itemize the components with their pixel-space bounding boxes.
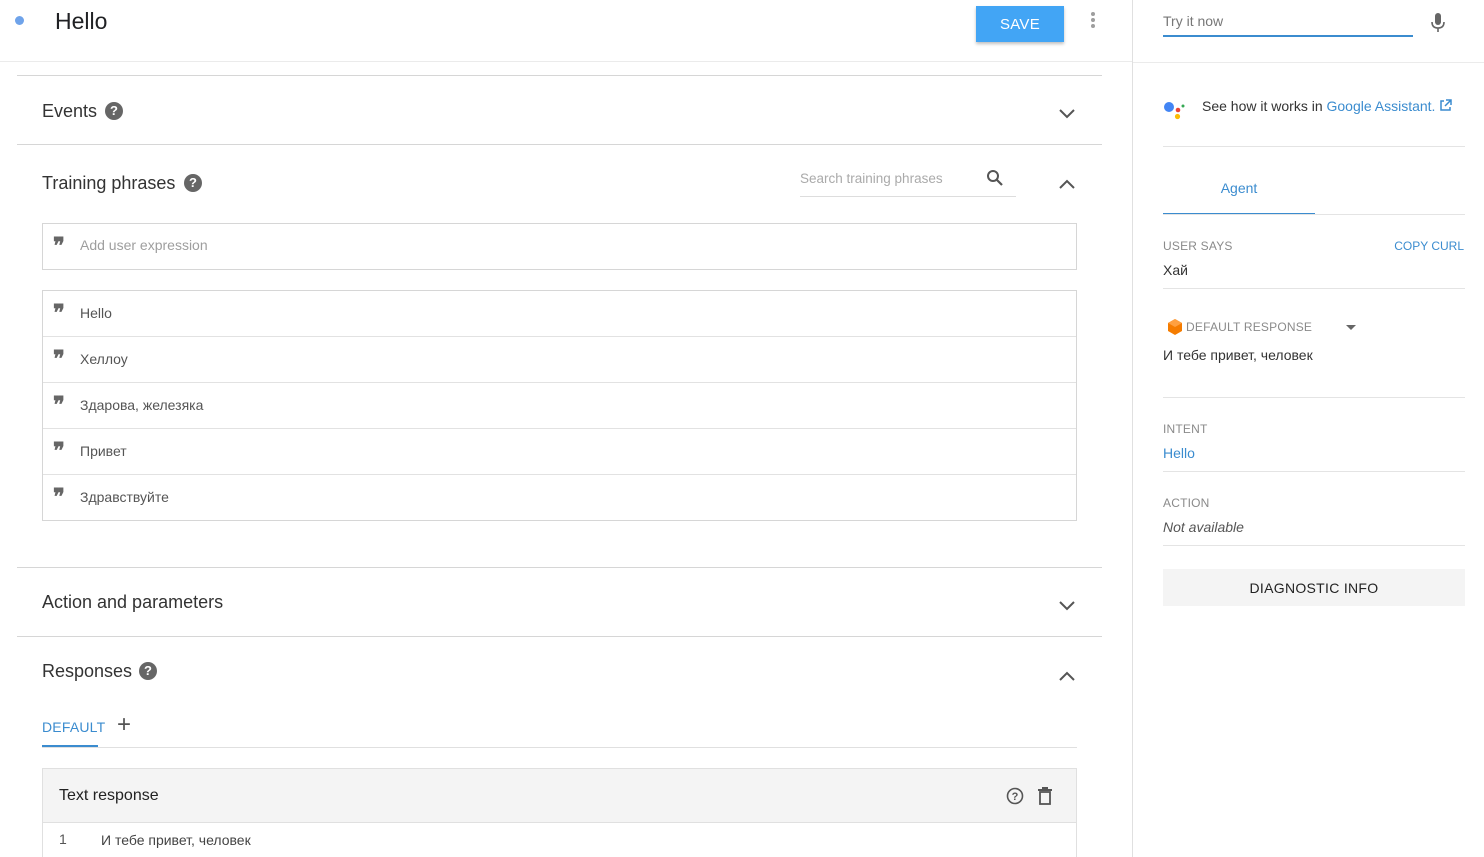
see-how-text: See how it works in <box>1202 98 1327 114</box>
intent-priority-dot[interactable] <box>15 16 24 25</box>
tabs-divider <box>42 747 1077 748</box>
phrase-text[interactable]: Hello <box>80 305 112 321</box>
text-response-card: Text response ? 1 И тебе привет, человек <box>42 768 1077 857</box>
help-icon[interactable]: ? <box>139 662 157 680</box>
divider <box>1163 471 1465 472</box>
intent-header: Hello SAVE <box>0 0 1132 62</box>
divider <box>1163 397 1465 398</box>
list-item[interactable]: ❞ Hello <box>43 291 1076 337</box>
intent-link[interactable]: Hello <box>1163 445 1195 461</box>
external-link-icon[interactable] <box>1439 99 1453 112</box>
quote-icon: ❞ <box>53 438 65 464</box>
user-says-value: Хай <box>1163 262 1188 278</box>
diagnostic-info-button[interactable]: DIAGNOSTIC INFO <box>1163 569 1465 606</box>
training-phrases-list: ❞ Hello ❞ Хеллоу ❞ Здарова, железяка ❞ П… <box>42 290 1077 521</box>
search-icon[interactable] <box>986 169 1004 187</box>
divider <box>1163 545 1465 546</box>
chevron-up-icon[interactable] <box>1057 669 1077 683</box>
action-parameters-title: Action and parameters <box>42 592 224 612</box>
chevron-up-icon[interactable] <box>1057 177 1077 191</box>
intent-label: INTENT <box>1163 422 1208 436</box>
save-button[interactable]: SAVE <box>976 6 1064 42</box>
see-how-it-works: See how it works in Google Assistant. <box>1202 98 1453 114</box>
quote-icon: ❞ <box>53 346 65 372</box>
divider <box>1163 146 1465 147</box>
list-item[interactable]: ❞ Здравствуйте <box>43 475 1076 521</box>
default-response-value: И тебе привет, человек <box>1163 347 1313 363</box>
add-tab-button[interactable]: + <box>117 711 131 739</box>
google-assistant-link[interactable]: Google Assistant. <box>1327 98 1436 114</box>
quote-icon: ❞ <box>53 484 65 510</box>
responses-title: Responses <box>42 661 133 681</box>
dropdown-arrow-icon[interactable] <box>1346 325 1356 330</box>
chevron-down-icon[interactable] <box>1057 106 1077 120</box>
chevron-down-icon[interactable] <box>1057 598 1077 612</box>
quote-icon: ❞ <box>53 233 65 259</box>
list-item[interactable]: ❞ Здарова, железяка <box>43 383 1076 429</box>
quote-icon: ❞ <box>53 392 65 418</box>
training-phrases-title: Training phrases <box>42 173 176 193</box>
more-options-icon[interactable] <box>1087 12 1099 32</box>
list-item[interactable]: ❞ Привет <box>43 429 1076 475</box>
action-label: ACTION <box>1163 496 1210 510</box>
phrase-text[interactable]: Хеллоу <box>80 351 128 367</box>
phrase-text[interactable]: Здравствуйте <box>80 489 169 505</box>
quote-icon: ❞ <box>53 300 65 326</box>
divider <box>1163 288 1465 289</box>
text-response-header: Text response ? <box>43 769 1076 823</box>
help-icon[interactable]: ? <box>184 174 202 192</box>
default-response-label: DEFAULT RESPONSE <box>1186 320 1313 334</box>
list-item[interactable]: ❞ Хеллоу <box>43 337 1076 383</box>
add-expression-box: ❞ <box>42 223 1077 270</box>
default-response-icon <box>1168 319 1182 335</box>
copy-curl-link[interactable]: COPY CURL <box>1394 239 1464 253</box>
divider <box>1163 214 1465 215</box>
search-training-phrases <box>800 167 1016 197</box>
delete-icon[interactable] <box>1037 787 1053 805</box>
response-row-text[interactable]: И тебе привет, человек <box>101 832 251 848</box>
responses-section: Responses ? DEFAULT + Text response ? 1 … <box>17 636 1102 857</box>
help-icon[interactable]: ? <box>105 102 123 120</box>
action-value: Not available <box>1163 519 1244 535</box>
intent-editor: Hello SAVE Events ? Training phrases ? ❞ <box>0 0 1132 857</box>
action-parameters-section: Action and parameters <box>17 567 1102 637</box>
header-divider <box>1133 62 1484 63</box>
text-response-title: Text response <box>59 787 159 804</box>
try-it-now-input[interactable] <box>1163 13 1403 29</box>
help-outline-icon[interactable]: ? <box>1006 787 1024 805</box>
training-phrases-section: Training phrases ? ❞ ❞ Hello ❞ Хеллоу <box>17 144 1102 568</box>
try-it-now-field <box>1163 10 1413 37</box>
user-says-label: USER SAYS <box>1163 239 1233 253</box>
try-it-now-panel: See how it works in Google Assistant. Ag… <box>1132 0 1484 857</box>
add-user-expression-input[interactable] <box>80 237 980 253</box>
intent-name[interactable]: Hello <box>55 8 107 35</box>
microphone-icon[interactable] <box>1431 13 1445 33</box>
tab-default[interactable]: DEFAULT <box>42 719 105 735</box>
tab-agent[interactable]: Agent <box>1163 180 1315 196</box>
events-title: Events <box>42 101 98 121</box>
search-training-phrases-input[interactable] <box>800 171 980 186</box>
svg-text:?: ? <box>1012 791 1019 803</box>
events-section: Events ? <box>17 75 1102 145</box>
response-row-number: 1 <box>59 831 67 847</box>
phrase-text[interactable]: Привет <box>80 443 127 459</box>
google-assistant-icon <box>1164 102 1185 120</box>
phrase-text[interactable]: Здарова, железяка <box>80 397 203 413</box>
